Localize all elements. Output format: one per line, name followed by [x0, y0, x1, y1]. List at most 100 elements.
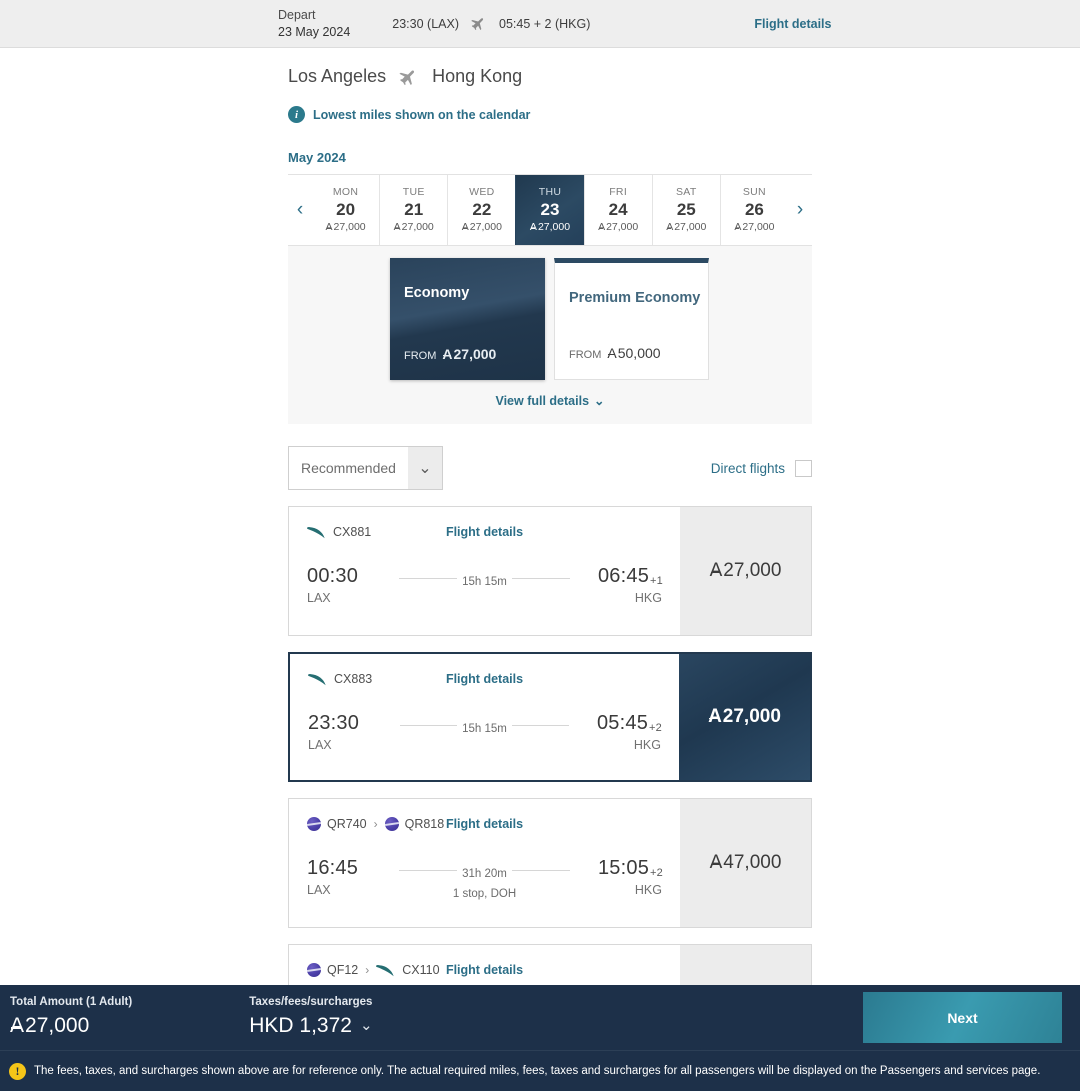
duration-block: 15h 15m [393, 565, 576, 588]
duration-row: 15h 15m [393, 576, 576, 588]
warning-icon: ! [9, 1062, 26, 1080]
taxes-value-row[interactable]: HKD 1,372 ⌄ [249, 1012, 372, 1039]
arrival-time: 06:45+1 [597, 565, 663, 587]
duration-label: 15h 15m [457, 576, 512, 588]
info-icon: i [288, 106, 305, 123]
departure-time: 16:45 [307, 857, 359, 879]
flight-price-panel[interactable]: A47,000 [680, 799, 811, 927]
next-button[interactable]: Next [863, 992, 1062, 1043]
calendar-day-25[interactable]: SAT 25 A27,000 [651, 175, 720, 245]
calendar-prev-arrow[interactable]: ‹ [288, 175, 312, 245]
airline-circle-icon [307, 817, 321, 831]
summary-flight-details-link[interactable]: Flight details [754, 17, 831, 31]
duration-row: 31h 20m [393, 868, 576, 880]
arrival-day-offset: +2 [649, 722, 662, 734]
calendar-day-26[interactable]: SUN 26 A27,000 [719, 175, 788, 245]
cabin-economy-miles: A27,000 [442, 346, 497, 362]
carrier-separator-icon: › [373, 817, 378, 831]
flight-card-header: CX883 Flight details [308, 668, 661, 690]
carrier-list: QR740 › QR818 [307, 817, 444, 831]
content-column: Los Angeles Hong Kong i Lowest miles sho… [288, 66, 812, 1074]
plane-icon [471, 18, 484, 30]
duration-label: 31h 20m [457, 868, 512, 880]
flight-card[interactable]: CX881 Flight details 00:30 LAX 15h 15m 06:45+… [288, 506, 812, 636]
summary-times: 23:30 (LAX) 05:45 + 2 (HKG) [392, 17, 590, 31]
calendar-day-24[interactable]: FRI 24 A27,000 [583, 175, 652, 245]
cabin-premium-from-label: FROM [569, 349, 602, 361]
cabin-card-premium-economy[interactable]: Premium Economy FROM A50,000 [554, 258, 709, 380]
calendar-day-dow: TUE [402, 186, 425, 199]
flight-price: A27,000 [709, 560, 782, 581]
departure-endpoint: 00:30 LAX [307, 565, 393, 605]
cathay-brushwing-icon [307, 526, 325, 538]
chevron-down-icon: ⌄ [408, 447, 442, 489]
cabin-class-panel: Economy FROM A27,000 Premium Economy FRO… [288, 246, 812, 424]
calendar-days: MON 20 A27,000 TUE 21 A27,000 WED 22 A27,000 THU 2… [312, 175, 788, 245]
carrier-CX110: CX110 [376, 963, 440, 977]
calendar-day-21[interactable]: TUE 21 A27,000 [379, 175, 447, 245]
direct-flights-toggle[interactable]: Direct flights [710, 459, 812, 477]
calendar-day-22[interactable]: WED 22 A27,000 [447, 175, 515, 245]
stops-label: 1 stop, DOH [452, 888, 517, 900]
arrival-airport: HKG [634, 591, 662, 605]
arrival-airport: HKG [633, 738, 661, 752]
duration-block: 31h 20m 1 stop, DOH [393, 857, 576, 900]
duration-label: 15h 15m [457, 723, 512, 735]
arrival-endpoint: 15:05+2 HKG [576, 857, 663, 897]
calendar-next-arrow[interactable]: › [788, 175, 812, 245]
carrier-CX881: CX881 [307, 525, 371, 539]
chevron-down-icon[interactable]: ⌄ [360, 1016, 373, 1036]
total-amount-label: Total Amount (1 Adult) [10, 996, 133, 1009]
calendar-day-miles: A27,000 [598, 221, 639, 234]
departure-airport: LAX [307, 883, 331, 897]
flight-card[interactable]: CX883 Flight details 23:30 LAX 15h 15m 05:45+… [288, 652, 812, 782]
flight-price-panel[interactable]: A27,000 [680, 507, 811, 635]
arrival-airport: HKG [634, 883, 662, 897]
fees-disclaimer-text: The fees, taxes, and surcharges shown ab… [34, 1065, 1041, 1077]
sort-select-value: Recommended [301, 460, 396, 476]
arrival-time: 05:45+2 [596, 712, 662, 734]
flight-number: QR818 [404, 817, 445, 831]
flight-card-body: QR740 › QR818 Flight details 16:45 LAX 31h 20m… [289, 799, 680, 927]
calendar-day-number: 25 [676, 199, 696, 219]
direct-flights-label: Direct flights [710, 460, 785, 476]
flight-price-panel[interactable]: A27,000 [679, 654, 810, 780]
route-origin: Los Angeles [288, 66, 387, 86]
flight-number: CX881 [333, 525, 372, 539]
calendar-day-miles: A27,000 [734, 221, 775, 234]
calendar-day-dow: FRI [609, 186, 628, 199]
calendar-day-20[interactable]: MON 20 A27,000 [312, 175, 379, 245]
flight-card-header: QR740 › QR818 Flight details [307, 813, 662, 835]
flight-card[interactable]: QR740 › QR818 Flight details 16:45 LAX 31h 20m… [288, 798, 812, 928]
lowest-miles-note-text: Lowest miles shown on the calendar [313, 107, 531, 122]
plane-icon [399, 70, 415, 85]
carrier-QR740: QR740 [307, 817, 367, 831]
booking-page: Depart 23 May 2024 23:30 (LAX) 05:45 + 2… [0, 0, 1080, 1091]
departure-airport: LAX [307, 591, 331, 605]
airline-circle-icon [384, 817, 399, 831]
calendar-day-23[interactable]: THU 23 A27,000 [515, 175, 584, 245]
arrival-endpoint: 05:45+2 HKG [575, 712, 662, 752]
booking-footer: Total Amount (1 Adult) A27,000 Taxes/fee… [0, 985, 1080, 1050]
flight-number: CX110 [402, 963, 440, 977]
cabin-card-economy[interactable]: Economy FROM A27,000 [390, 258, 545, 380]
calendar-day-miles: A27,000 [393, 221, 434, 234]
airline-circle-icon [307, 963, 321, 977]
calendar-day-dow: SUN [742, 186, 766, 199]
taxes-label: Taxes/fees/surcharges [249, 996, 373, 1009]
summary-dest-time: 05:45 + 2 (HKG) [499, 16, 591, 31]
direct-flights-checkbox[interactable] [795, 459, 812, 477]
taxes-block: Taxes/fees/surcharges HKD 1,372 ⌄ [249, 995, 372, 1039]
sort-select[interactable]: Recommended ⌄ [288, 446, 443, 490]
departure-endpoint: 16:45 LAX [307, 857, 393, 897]
lowest-miles-note: i Lowest miles shown on the calendar [288, 106, 812, 123]
calendar-day-dow: MON [332, 186, 359, 199]
view-full-details-link[interactable]: View full details ⌄ [288, 393, 812, 408]
cabin-economy-price: FROM A27,000 [390, 346, 545, 380]
depart-date: 23 May 2024 [278, 24, 351, 39]
calendar-day-dow: WED [469, 186, 495, 199]
summary-origin-time: 23:30 (LAX) [392, 16, 459, 31]
departure-time: 00:30 [307, 565, 359, 587]
cathay-brushwing-icon [308, 673, 326, 685]
flight-card-header: QF12 › CX110 Flight details [307, 959, 662, 981]
